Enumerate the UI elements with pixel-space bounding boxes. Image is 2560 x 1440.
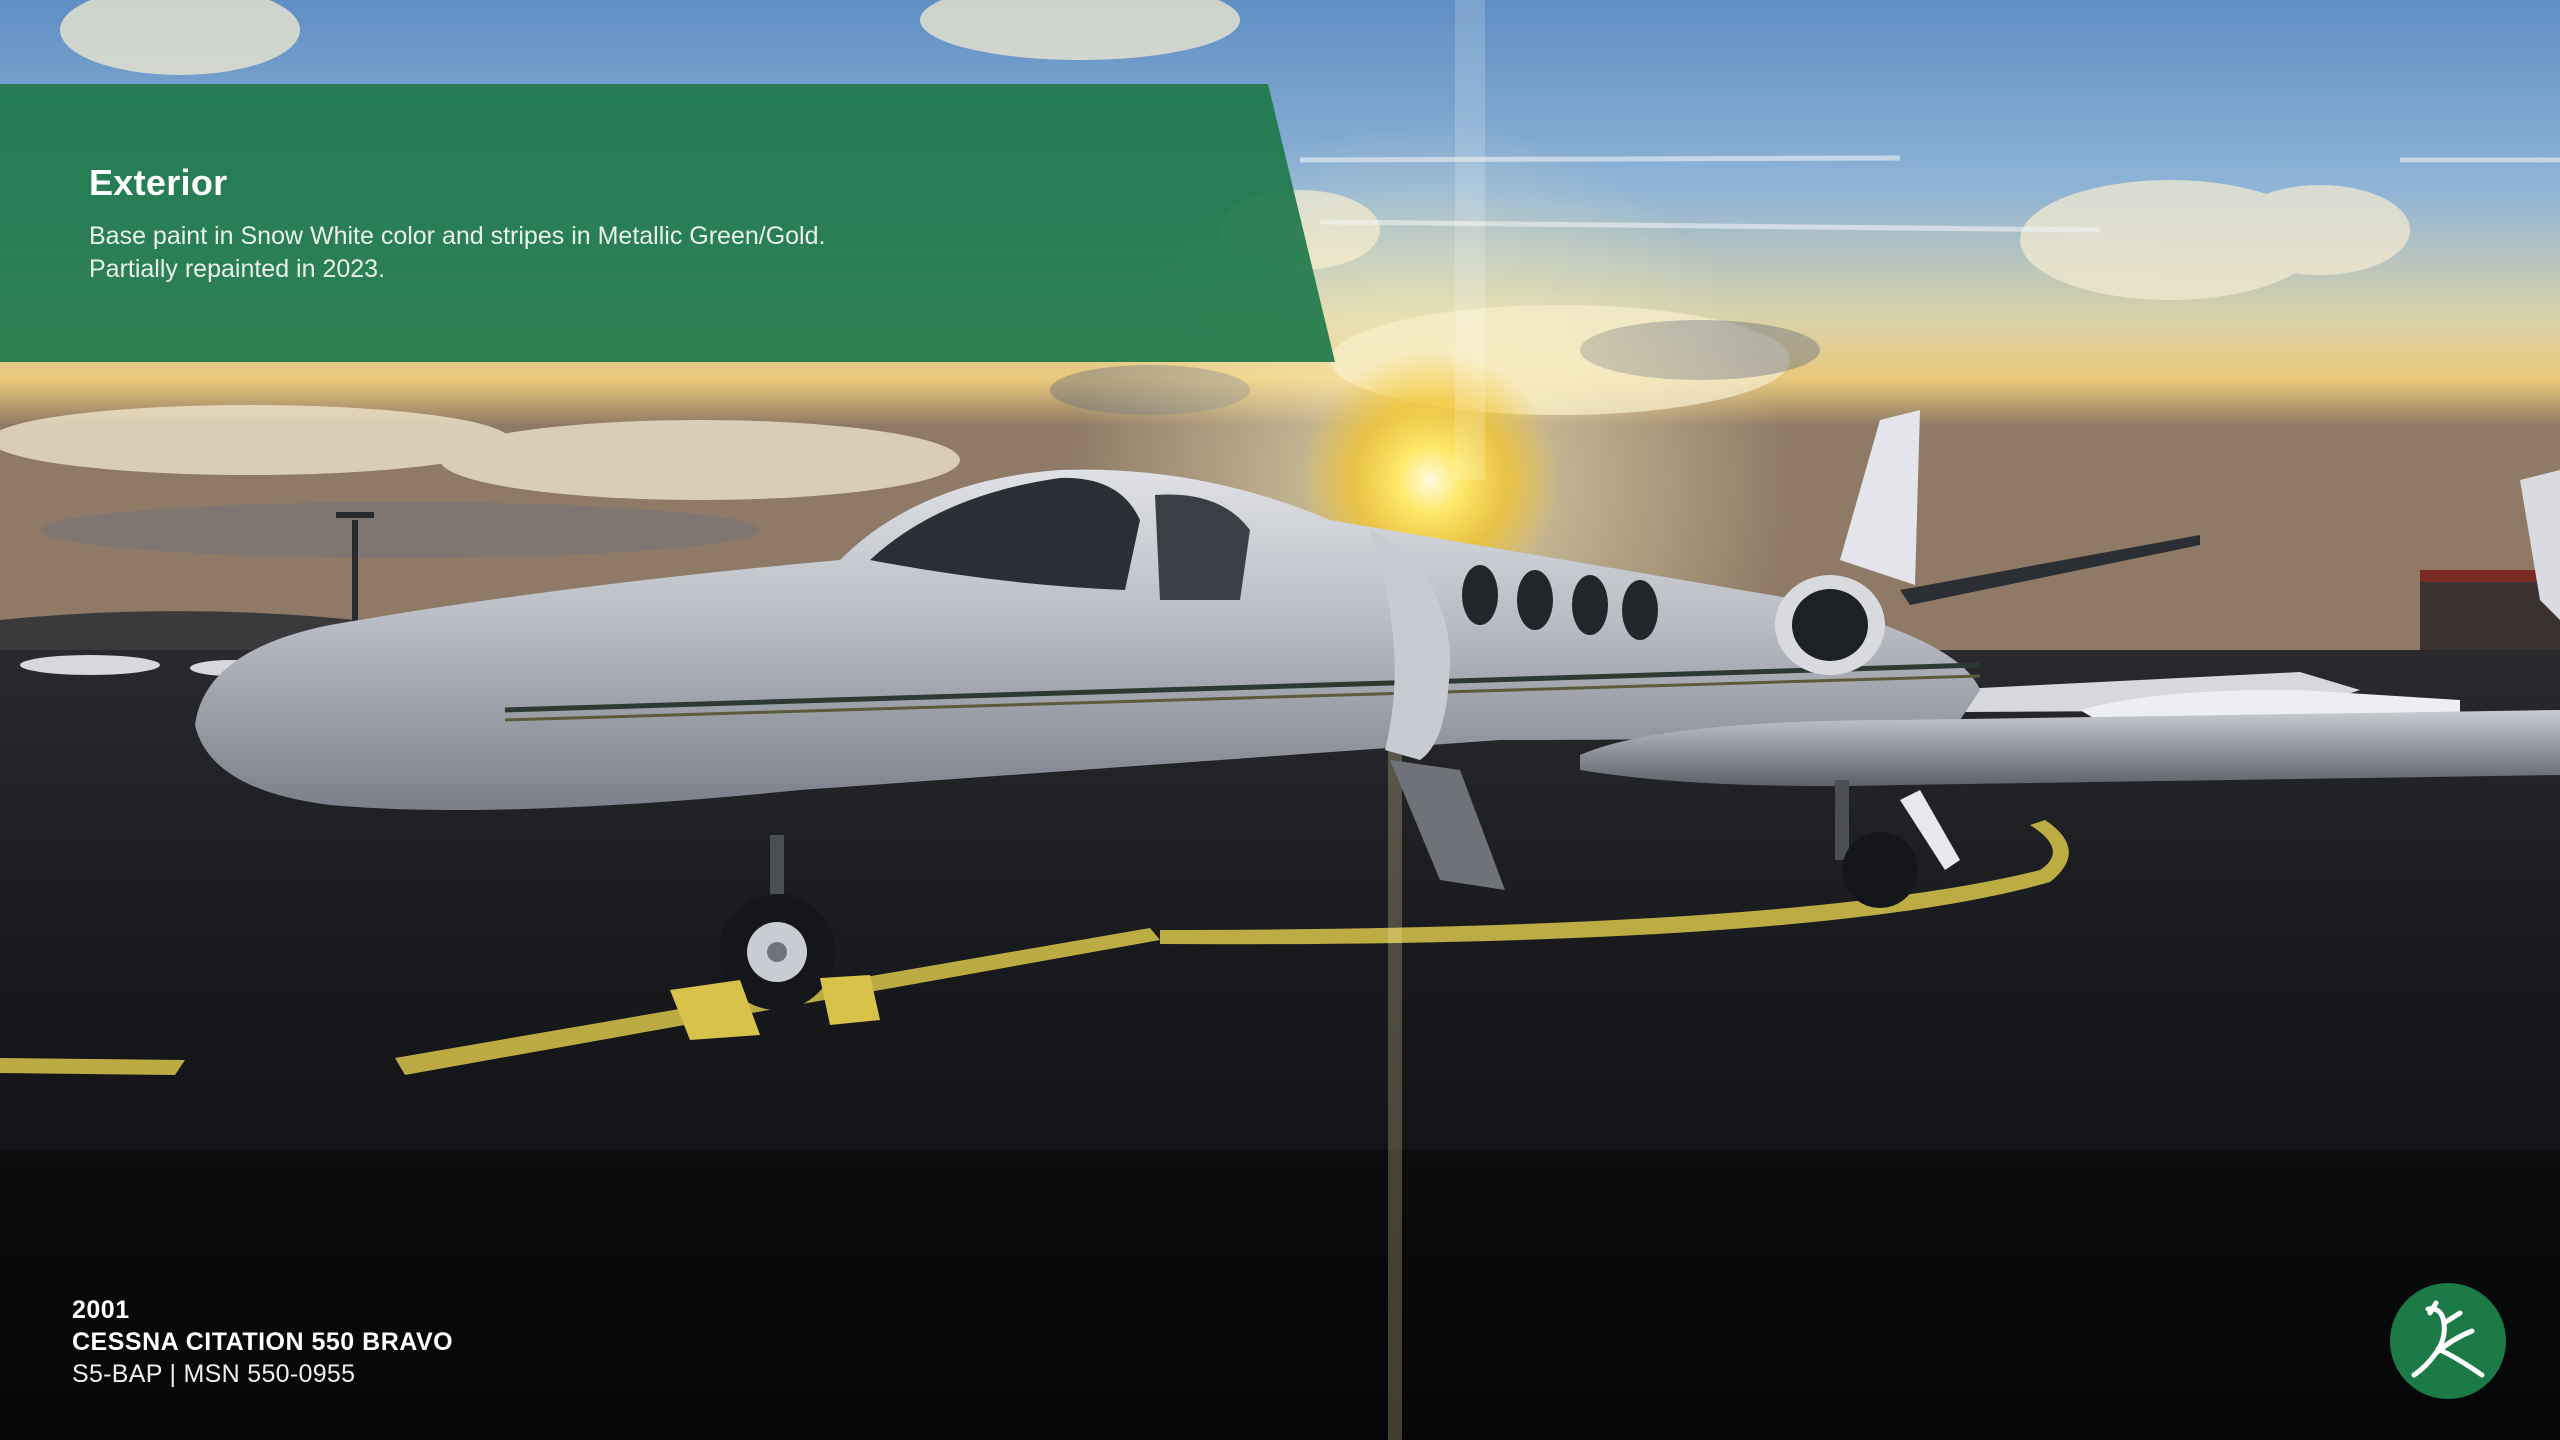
slide: Exterior Base paint in Snow White color … [0,0,2560,1440]
description-line: Partially repainted in 2023. [89,255,386,283]
aircraft-model: CESSNA CITATION 550 BRAVO [72,1328,454,1356]
aircraft-year: 2001 [72,1296,130,1324]
aircraft-registration: S5-BAP | MSN 550-0955 [72,1360,356,1388]
exterior-info-panel: Exterior Base paint in Snow White color … [0,84,1335,362]
description-line: Base paint in Snow White color and strip… [89,222,826,250]
aircraft-identity: 2001 CESSNA CITATION 550 BRAVO S5-BAP | … [72,1294,453,1390]
bird-logo-icon [2411,1300,2485,1378]
section-title: Exterior [89,162,228,203]
section-description: Base paint in Snow White color and strip… [89,220,1189,286]
brand-logo [2390,1283,2506,1399]
